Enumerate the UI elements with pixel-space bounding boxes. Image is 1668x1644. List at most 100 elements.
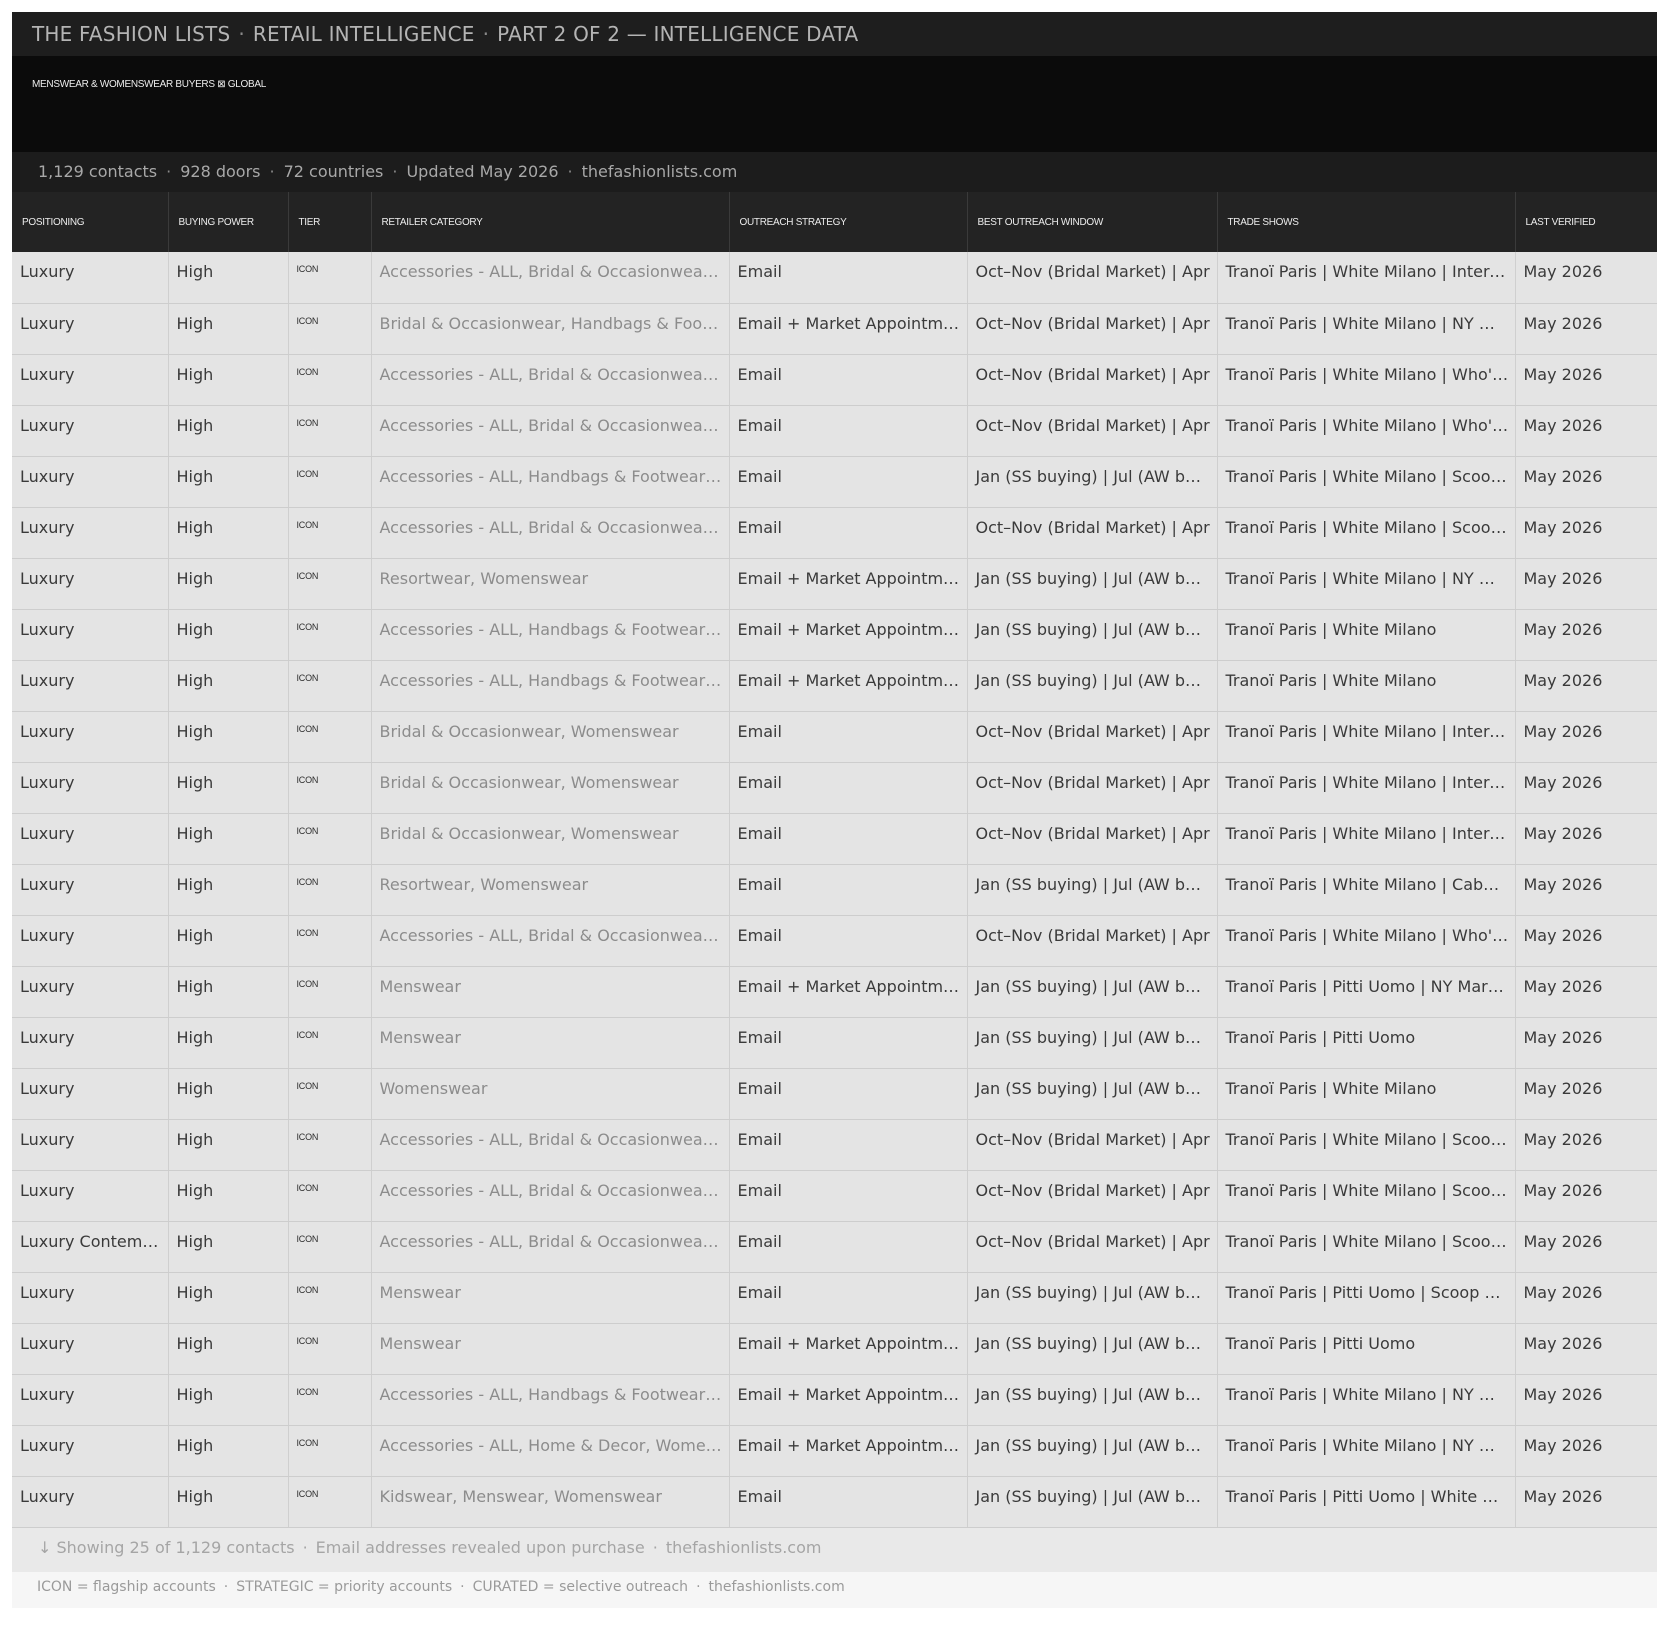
cell-tier: ICON <box>288 456 372 508</box>
column-header-tier[interactable]: TIER <box>288 192 372 252</box>
cell-outreach-strategy: Email + Market Appointment <box>729 966 968 1018</box>
section-name: RETAIL INTELLIGENCE <box>252 22 475 46</box>
table-row[interactable]: Luxury High ICON Menswear Email + Market App… <box>12 966 1657 1018</box>
table-row[interactable]: Luxury High ICON Bridal & Occasionwear, Wom… <box>12 711 1657 763</box>
cell-retailer-category: Resortwear, Womenswear <box>371 864 730 916</box>
table-row[interactable]: Luxury High ICON Accessories - ALL, Handbag… <box>12 660 1657 712</box>
table-row[interactable]: Luxury High ICON Menswear Email + Market App… <box>12 1323 1657 1375</box>
table-row[interactable]: Luxury High ICON Resortwear, Womenswear Emai… <box>12 864 1657 916</box>
cell-last-verified: May 2026 <box>1515 303 1657 355</box>
title-separator: · <box>482 22 490 46</box>
cell-best-outreach-window: Oct–Nov (Bridal Market) | Apr <box>967 252 1218 304</box>
cell-positioning: Luxury Contemporary <box>12 1221 169 1273</box>
table-row[interactable]: Luxury ContemporaryHighICONAccessories -… <box>12 1221 1657 1273</box>
table-row[interactable]: Luxury High ICON Menswear Email Jan (SS buyin… <box>12 1017 1657 1069</box>
cell-tier: ICON <box>288 813 372 865</box>
table-row[interactable]: Luxury High ICON Bridal & Occasionwear, Han… <box>12 303 1657 355</box>
column-header-positioning[interactable]: POSITIONING <box>12 192 169 252</box>
table-row[interactable]: Luxury High ICON Womenswear Email Jan (SS buy… <box>12 1068 1657 1120</box>
column-header-last-verified[interactable]: LAST VERIFIED <box>1515 192 1657 252</box>
stat-doors: 928 doors <box>180 162 261 181</box>
cell-best-outreach-window: Oct–Nov (Bridal Market) | Apr <box>967 405 1218 457</box>
cell-trade-shows: Tranoï Paris | White Milano <box>1217 660 1516 712</box>
stat-countries: 72 countries <box>283 162 384 181</box>
table-row[interactable]: Luxury High ICON Accessories - ALL, Handbag… <box>12 1374 1657 1426</box>
table-row[interactable]: Luxury High ICON Accessories - ALL, Home & … <box>12 1425 1657 1477</box>
cell-tier: ICON <box>288 405 372 457</box>
footer-site-link[interactable]: thefashionlists.com <box>666 1538 822 1557</box>
cell-trade-shows: Tranoï Paris | White Milano | NY Market <box>1217 303 1516 355</box>
table-row[interactable]: Luxury High ICON Accessories - ALL, Bridal … <box>12 915 1657 967</box>
table-row[interactable]: Luxury High ICON Accessories - ALL, Handbag… <box>12 609 1657 661</box>
cell-outreach-strategy: Email + Market Appointment <box>729 1425 968 1477</box>
cell-outreach-strategy: Email <box>729 711 968 763</box>
cell-outreach-strategy: Email <box>729 864 968 916</box>
cell-best-outreach-window: Oct–Nov (Bridal Market) | Apr <box>967 507 1218 559</box>
table-row[interactable]: Luxury High ICON Resortwear, Womenswear Emai… <box>12 558 1657 610</box>
intelligence-data-table: POSITIONING BUYING POWER TIER RETAILER C… <box>12 192 1657 1528</box>
cell-trade-shows: Tranoï Paris | White Milano | Who's Next <box>1217 354 1516 406</box>
cell-trade-shows: Tranoï Paris | White Milano | Internatio… <box>1217 711 1516 763</box>
column-header-retailer-category[interactable]: RETAILER CATEGORY <box>371 192 730 252</box>
cell-positioning: Luxury <box>12 252 169 304</box>
cell-tier: ICON <box>288 303 372 355</box>
cell-best-outreach-window: Oct–Nov (Bridal Market) | Apr <box>967 762 1218 814</box>
stat-site-link[interactable]: thefashionlists.com <box>582 162 738 181</box>
cell-outreach-strategy: Email + Market Appointment <box>729 303 968 355</box>
cell-last-verified: May 2026 <box>1515 609 1657 661</box>
cell-last-verified: May 2026 <box>1515 1068 1657 1120</box>
legend-site-link[interactable]: thefashionlists.com <box>709 1579 845 1595</box>
cell-tier: ICON <box>288 1017 372 1069</box>
stats-separator: · <box>166 162 172 181</box>
cell-last-verified: May 2026 <box>1515 1272 1657 1324</box>
footer-separator: · <box>302 1537 308 1557</box>
cell-trade-shows: Tranoï Paris | White Milano | Scoop Lond… <box>1217 1119 1516 1171</box>
column-header-best-outreach-window[interactable]: BEST OUTREACH WINDOW <box>967 192 1218 252</box>
cell-tier: ICON <box>288 252 372 304</box>
table-row[interactable]: Luxury High ICON Accessories - ALL, Bridal … <box>12 252 1657 304</box>
table-row[interactable]: Luxury High ICON Accessories - ALL, Bridal … <box>12 507 1657 559</box>
cell-positioning: Luxury <box>12 1068 169 1120</box>
cell-best-outreach-window: Jan (SS buying) | Jul (AW buying) <box>967 660 1218 712</box>
cell-positioning: Luxury <box>12 354 169 406</box>
cell-outreach-strategy: Email <box>729 1017 968 1069</box>
footer-separator: · <box>652 1537 658 1557</box>
column-header-buying-power[interactable]: BUYING POWER <box>168 192 289 252</box>
cell-last-verified: May 2026 <box>1515 1323 1657 1375</box>
cell-retailer-category: Accessories - ALL, Handbags & Footwear, … <box>371 609 730 661</box>
cell-retailer-category: Accessories - ALL, Bridal & Occasionwear… <box>371 1221 730 1273</box>
table-row[interactable]: Luxury High ICON Accessories - ALL, Handbag… <box>12 456 1657 508</box>
cell-last-verified: May 2026 <box>1515 1170 1657 1222</box>
cell-trade-shows: Tranoï Paris | White Milano | NY Market <box>1217 1425 1516 1477</box>
table-header-row: POSITIONING BUYING POWER TIER RETAILER C… <box>12 192 1657 252</box>
cell-tier: ICON <box>288 762 372 814</box>
cell-best-outreach-window: Oct–Nov (Bridal Market) | Apr <box>967 813 1218 865</box>
table-row[interactable]: Luxury High ICON Accessories - ALL, Bridal … <box>12 1119 1657 1171</box>
cell-positioning: Luxury <box>12 966 169 1018</box>
cell-outreach-strategy: Email <box>729 1170 968 1222</box>
cell-best-outreach-window: Jan (SS buying) | Jul (AW buying) <box>967 864 1218 916</box>
table-row[interactable]: Luxury High ICON Bridal & Occasionwear, Wom… <box>12 813 1657 865</box>
table-row[interactable]: Luxury High ICON Accessories - ALL, Bridal … <box>12 405 1657 457</box>
table-row[interactable]: Luxury High ICON Bridal & Occasionwear, Wom… <box>12 762 1657 814</box>
cell-positioning: Luxury <box>12 1323 169 1375</box>
column-header-trade-shows[interactable]: TRADE SHOWS <box>1217 192 1516 252</box>
cell-best-outreach-window: Oct–Nov (Bridal Market) | Apr <box>967 915 1218 967</box>
cell-tier: ICON <box>288 966 372 1018</box>
cell-tier: ICON <box>288 609 372 661</box>
table-row[interactable]: Luxury High ICON Accessories - ALL, Bridal … <box>12 1170 1657 1222</box>
cell-positioning: Luxury <box>12 660 169 712</box>
brand-name: THE FASHION LISTS <box>32 22 231 46</box>
title-separator: · <box>238 22 245 46</box>
cell-tier: ICON <box>288 1221 372 1273</box>
table-row[interactable]: Luxury High ICON Menswear Email Jan (SS buyin… <box>12 1272 1657 1324</box>
table-row[interactable]: Luxury High ICON Accessories - ALL, Bridal … <box>12 354 1657 406</box>
cell-trade-shows: Tranoï Paris | White Milano <box>1217 1068 1516 1120</box>
cell-tier: ICON <box>288 1068 372 1120</box>
cell-retailer-category: Accessories - ALL, Home & Decor, Womensw… <box>371 1425 730 1477</box>
cell-buying-power: High <box>168 813 289 865</box>
table-row[interactable]: Luxury High ICON Kidswear, Menswear, Womens… <box>12 1476 1657 1528</box>
cell-buying-power: High <box>168 1476 289 1528</box>
column-header-outreach-strategy[interactable]: OUTREACH STRATEGY <box>729 192 968 252</box>
cell-trade-shows: Tranoï Paris | White Milano | Scoop Lond… <box>1217 456 1516 508</box>
